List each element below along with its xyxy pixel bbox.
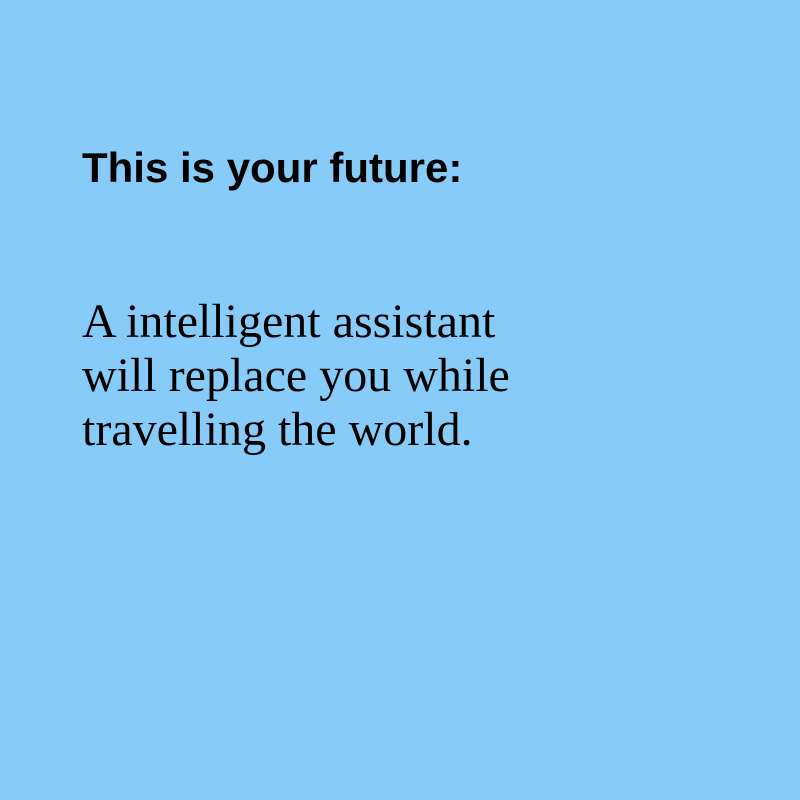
body-line-2: will replace you while bbox=[82, 349, 510, 402]
body-line-3: travelling the world. bbox=[82, 403, 473, 456]
quote-card: This is your future: A intelligent assis… bbox=[0, 0, 800, 800]
heading: This is your future: bbox=[82, 144, 463, 191]
body-line-1: A intelligent assistant bbox=[82, 295, 496, 348]
body-text: A intelligent assistant will replace you… bbox=[82, 295, 510, 457]
